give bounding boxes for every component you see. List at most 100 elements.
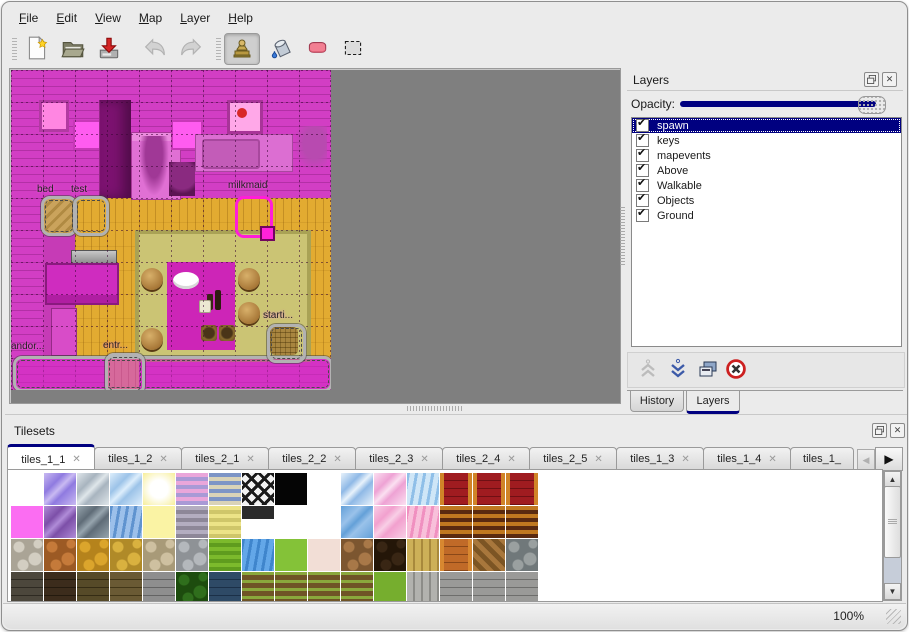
tile-0-12[interactable] [407, 473, 439, 505]
tile-2-12[interactable] [407, 539, 439, 571]
tileset-tab-tiles_2_1[interactable]: tiles_2_1✕ [181, 447, 269, 470]
tile-3-9[interactable] [308, 572, 340, 602]
tile-0-0[interactable] [11, 473, 43, 505]
tile-3-3[interactable] [110, 572, 142, 602]
open-file-button[interactable] [56, 33, 90, 63]
map-canvas[interactable]: bed test milkmaid starti... entr... ando… [9, 68, 621, 404]
layer-row-Above[interactable]: ✔Above [632, 163, 901, 178]
tile-2-0[interactable] [11, 539, 43, 571]
tab-scroll-left-button[interactable]: ◀ [857, 449, 875, 471]
tab-scroll-right-button[interactable]: ▶ [875, 447, 903, 471]
tile-2-11[interactable] [374, 539, 406, 571]
stamp-tool-button[interactable] [224, 33, 260, 65]
tab-close-icon[interactable]: ✕ [594, 454, 602, 465]
tileset-scrollbar[interactable]: ▲ ▼ [883, 470, 902, 601]
tile-3-12[interactable] [407, 572, 439, 602]
toolbar-drag-handle-2[interactable] [216, 38, 221, 60]
tile-3-4[interactable] [143, 572, 175, 602]
tab-close-icon[interactable]: ✕ [159, 454, 167, 465]
bucket-fill-tool-button[interactable] [264, 33, 298, 63]
map-object-entrance[interactable] [105, 353, 145, 390]
tile-3-11[interactable] [374, 572, 406, 602]
tile-3-15[interactable] [506, 572, 538, 602]
tile-2-5[interactable] [176, 539, 208, 571]
tab-close-icon[interactable]: ✕ [768, 454, 776, 465]
menu-item-file[interactable]: File [10, 8, 47, 30]
tile-1-9[interactable] [308, 506, 340, 538]
tile-2-9[interactable] [308, 539, 340, 571]
eraser-tool-button[interactable] [300, 33, 334, 63]
tile-0-11[interactable] [374, 473, 406, 505]
tile-0-9[interactable] [308, 473, 340, 505]
tile-1-13[interactable] [440, 506, 472, 538]
tile-1-6[interactable] [209, 506, 241, 538]
layer-row-Walkable[interactable]: ✔Walkable [632, 178, 901, 193]
layer-row-spawn[interactable]: ✔spawn [632, 118, 901, 133]
layer-visibility-checkbox[interactable]: ✔ [636, 209, 649, 222]
tile-3-10[interactable] [341, 572, 373, 602]
rect-select-tool-button[interactable] [336, 33, 370, 63]
layer-row-mapevents[interactable]: ✔mapevents [632, 148, 901, 163]
tab-close-icon[interactable]: ✕ [507, 454, 515, 465]
tileset-tab-tiles_1_4[interactable]: tiles_1_4✕ [703, 447, 791, 470]
redo-button[interactable] [174, 33, 208, 63]
close-tilesets-button[interactable]: ✕ [890, 423, 905, 438]
tileset-tab-tiles_2_2[interactable]: tiles_2_2✕ [268, 447, 356, 470]
opacity-slider-handle[interactable] [858, 96, 886, 114]
tile-2-8[interactable] [275, 539, 307, 571]
tab-close-icon[interactable]: ✕ [72, 454, 80, 465]
tile-3-14[interactable] [473, 572, 505, 602]
tile-2-2[interactable] [77, 539, 109, 571]
tile-1-14[interactable] [473, 506, 505, 538]
tile-3-13[interactable] [440, 572, 472, 602]
map-object-start[interactable] [267, 324, 306, 363]
tile-0-1[interactable] [44, 473, 76, 505]
map-object-test[interactable] [73, 196, 109, 236]
selection-handle[interactable] [260, 226, 275, 241]
tile-0-13[interactable] [440, 473, 472, 505]
raise-layer-button[interactable] [636, 357, 662, 381]
tile-3-0[interactable] [11, 572, 43, 602]
tile-2-6[interactable] [209, 539, 241, 571]
map-view[interactable]: bed test milkmaid starti... entr... ando… [11, 70, 331, 390]
dock-tab-layers[interactable]: Layers [686, 391, 740, 414]
tile-2-14[interactable] [473, 539, 505, 571]
tile-0-10[interactable] [341, 473, 373, 505]
save-button[interactable] [92, 33, 126, 63]
undo-button[interactable] [138, 33, 172, 63]
tileset-view[interactable] [7, 469, 883, 602]
tile-1-0[interactable] [11, 506, 43, 538]
tile-3-7[interactable] [242, 572, 274, 602]
tile-1-8[interactable] [275, 506, 307, 538]
tile-1-2[interactable] [77, 506, 109, 538]
tileset-tab-tiles_2_5[interactable]: tiles_2_5✕ [529, 447, 617, 470]
tile-2-15[interactable] [506, 539, 538, 571]
tileset-tab-tiles_1_2[interactable]: tiles_1_2✕ [94, 447, 182, 470]
menu-item-view[interactable]: View [86, 8, 130, 30]
layer-row-Objects[interactable]: ✔Objects [632, 193, 901, 208]
tile-2-7[interactable] [242, 539, 274, 571]
tile-1-5[interactable] [176, 506, 208, 538]
vertical-splitter[interactable] [620, 207, 625, 267]
tileset-tab-tiles_2_3[interactable]: tiles_2_3✕ [355, 447, 443, 470]
layer-row-keys[interactable]: ✔keys [632, 133, 901, 148]
tile-1-7[interactable] [242, 506, 274, 538]
tile-1-4[interactable] [143, 506, 175, 538]
tile-2-13[interactable] [440, 539, 472, 571]
tile-0-6[interactable] [209, 473, 241, 505]
tileset-tab-tiles_1_3[interactable]: tiles_1_3✕ [616, 447, 704, 470]
tile-0-2[interactable] [77, 473, 109, 505]
tile-0-14[interactable] [473, 473, 505, 505]
menu-item-map[interactable]: Map [130, 8, 171, 30]
resize-grip[interactable] [886, 609, 901, 624]
scroll-down-button[interactable]: ▼ [884, 583, 901, 600]
toolbar-drag-handle[interactable] [12, 38, 17, 60]
tile-3-2[interactable] [77, 572, 109, 602]
tile-2-3[interactable] [110, 539, 142, 571]
tile-0-8[interactable] [275, 473, 307, 505]
tile-1-1[interactable] [44, 506, 76, 538]
tile-1-3[interactable] [110, 506, 142, 538]
tile-3-6[interactable] [209, 572, 241, 602]
tile-0-5[interactable] [176, 473, 208, 505]
tile-2-1[interactable] [44, 539, 76, 571]
